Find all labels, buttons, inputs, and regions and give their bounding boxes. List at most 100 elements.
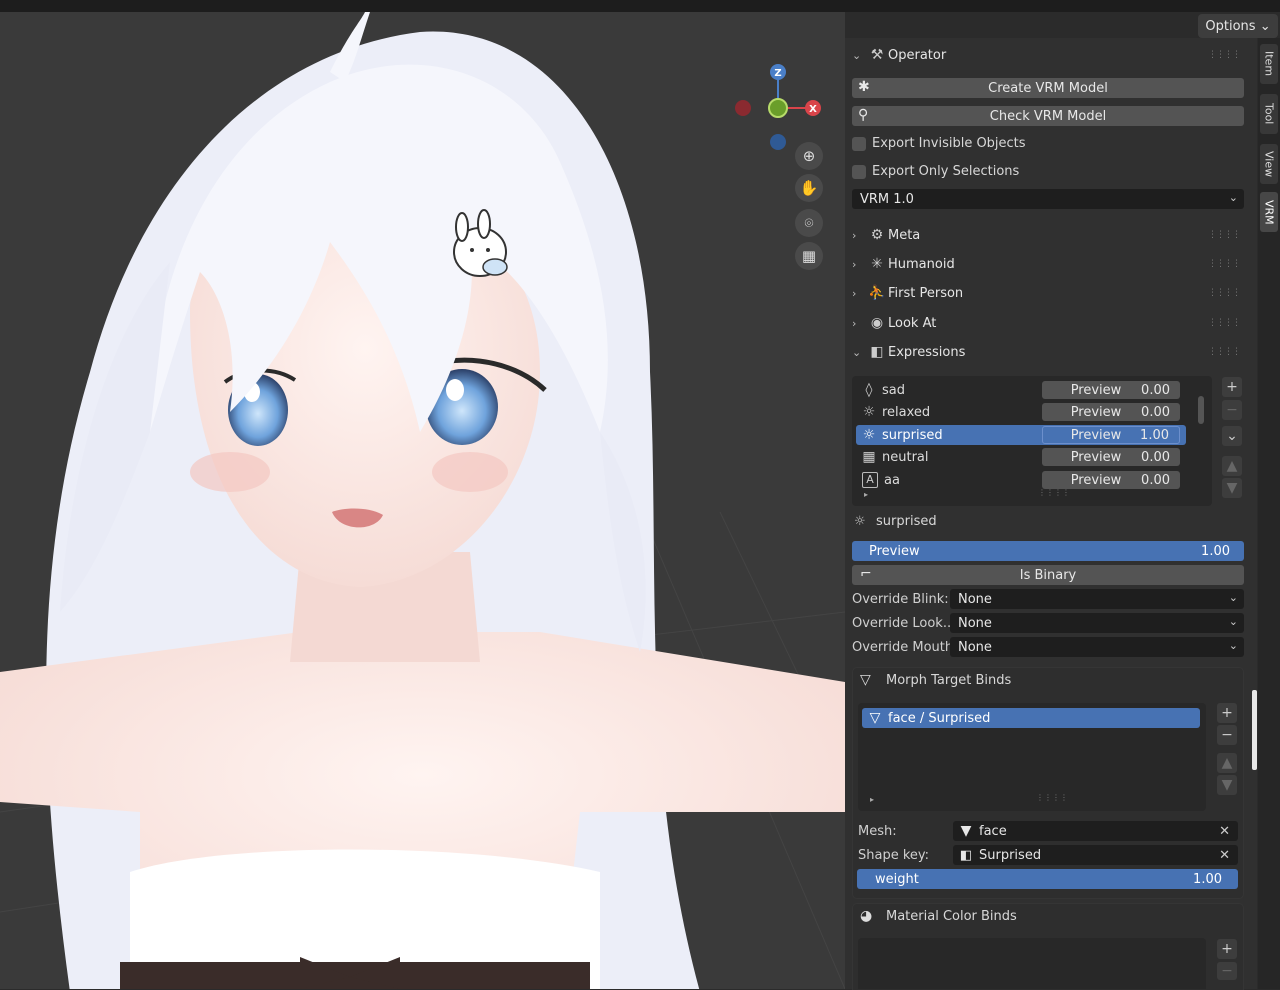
mesh-field[interactable]: ▼ face ✕ (953, 821, 1238, 841)
morph-target-binds-header[interactable]: ▽ Morph Target Binds (860, 672, 1011, 688)
remove-material-bind-button[interactable]: − (1217, 962, 1237, 980)
panel-scrollbar[interactable] (1252, 690, 1257, 770)
resize-grip-icon[interactable]: ⋮⋮⋮⋮ (1038, 488, 1070, 497)
sidebar-tabs: Item Tool View VRM (1258, 38, 1280, 989)
is-binary-toggle[interactable]: ⌐ Is Binary (852, 565, 1244, 585)
letter-a-icon: A (862, 472, 878, 488)
drag-grip-icon[interactable]: ⋮⋮⋮⋮ (1208, 50, 1241, 60)
figure-icon: ✱ (858, 79, 870, 95)
expressions-list[interactable]: ◊ sad Preview 0.00 ☼ relaxed Preview 0.00 … (852, 376, 1212, 506)
check-vrm-model-button[interactable]: ⚲ Check VRM Model (852, 106, 1244, 126)
expressions-icon: ◧ (870, 344, 884, 360)
shape-key-icon: ◧ (959, 847, 973, 863)
shape-key-field[interactable]: ◧ Surprised ✕ (953, 845, 1238, 865)
section-first-person[interactable]: › ⛹ First Person ⋮⋮⋮⋮ (852, 282, 1248, 304)
chevron-down-icon: ⌄ (1228, 591, 1238, 604)
search-icon: ⚲ (858, 107, 869, 123)
list-item[interactable]: ◊ sad Preview 0.00 (856, 380, 1208, 400)
camera-icon[interactable]: ⌾ (795, 209, 823, 237)
section-operator-label: Operator (888, 47, 947, 63)
shape-key-label: Shape key: (858, 848, 930, 863)
section-look-at[interactable]: › ◉ Look At ⋮⋮⋮⋮ (852, 312, 1248, 334)
checkbox[interactable] (852, 136, 866, 151)
preview-slider[interactable]: Preview 0.00 (1042, 448, 1180, 466)
tab-vrm[interactable]: VRM (1260, 192, 1278, 232)
grid-icon[interactable]: ▦ (795, 242, 823, 270)
material-color-binds-header[interactable]: ◕ Material Color Binds (860, 908, 1017, 924)
character-render (0, 12, 845, 989)
list-scrollbar[interactable] (1198, 396, 1204, 424)
remove-bind-button[interactable]: − (1217, 725, 1237, 745)
resize-grip-icon[interactable]: ⋮⋮⋮⋮ (1036, 793, 1068, 802)
move-up-button[interactable]: ▲ (1222, 456, 1242, 476)
section-meta[interactable]: › ⚙ Meta ⋮⋮⋮⋮ (852, 224, 1248, 246)
chevron-down-icon: ⌄ (852, 345, 862, 359)
drag-grip-icon: ⋮⋮⋮⋮ (1208, 259, 1241, 269)
close-icon[interactable]: ✕ (1219, 848, 1230, 863)
move-down-button[interactable]: ▼ (1222, 478, 1242, 498)
vrm-version-select[interactable]: VRM 1.0 ⌄ (852, 189, 1244, 209)
chevron-down-icon: ⌄ (1228, 615, 1238, 628)
preview-slider[interactable]: Preview 0.00 (1042, 403, 1180, 421)
create-vrm-model-button[interactable]: ✱ Create VRM Model (852, 78, 1244, 98)
tab-tool[interactable]: Tool (1260, 94, 1278, 134)
drag-grip-icon: ⋮⋮⋮⋮ (1208, 347, 1241, 357)
material-binds-list[interactable] (858, 938, 1206, 989)
section-humanoid[interactable]: › ✳ Humanoid ⋮⋮⋮⋮ (852, 253, 1248, 275)
preview-value-slider[interactable]: Preview 1.00 (852, 541, 1244, 561)
list-item[interactable]: ▦ neutral Preview 0.00 (856, 447, 1208, 467)
expand-icon[interactable]: ▸ (864, 490, 868, 499)
expression-specials-button[interactable]: ⌄ (1222, 426, 1242, 446)
section-expressions[interactable]: ⌄ ◧ Expressions ⋮⋮⋮⋮ (852, 341, 1248, 363)
mesh-triangle-icon: ▽ (869, 710, 881, 726)
chevron-down-icon: ⌄ (852, 48, 862, 62)
humanoid-icon: ✳ (871, 256, 883, 272)
gizmo-x-label: X (809, 104, 817, 115)
chevron-right-icon: › (852, 316, 857, 330)
list-item-selected[interactable]: ☼ surprised Preview 1.00 (856, 425, 1186, 445)
export-selections-checkbox[interactable]: Export Only Selections (852, 164, 1019, 179)
expand-icon[interactable]: ▸ (870, 795, 874, 804)
mesh-triangle-icon: ▽ (860, 672, 871, 688)
checkbox[interactable] (852, 164, 866, 179)
override-look-select[interactable]: None ⌄ (950, 613, 1244, 633)
override-blink-label: Override Blink: (852, 592, 949, 607)
preview-slider[interactable]: Preview 0.00 (1042, 381, 1180, 399)
chevron-down-icon: ⌄ (1228, 191, 1238, 204)
options-dropdown[interactable]: Options ⌄ (1198, 14, 1278, 38)
chevron-right-icon: › (852, 286, 857, 300)
chevron-right-icon: › (852, 228, 857, 242)
add-bind-button[interactable]: + (1217, 703, 1237, 723)
hand-icon[interactable]: ✋ (795, 174, 823, 202)
drag-grip-icon: ⋮⋮⋮⋮ (1208, 288, 1241, 298)
move-down-button[interactable]: ▼ (1217, 775, 1237, 795)
list-item[interactable]: A aa Preview 0.00 (856, 470, 1208, 490)
list-item-selected[interactable]: ▽ face / Surprised (862, 708, 1200, 728)
weight-slider[interactable]: weight 1.00 (857, 869, 1238, 889)
tab-item[interactable]: Item (1260, 44, 1278, 84)
export-invisible-checkbox[interactable]: Export Invisible Objects (852, 136, 1026, 151)
drop-icon: ◊ (865, 382, 873, 398)
close-icon[interactable]: ✕ (1219, 824, 1230, 839)
preview-slider[interactable]: Preview 1.00 (1042, 426, 1180, 444)
override-blink-select[interactable]: None ⌄ (950, 589, 1244, 609)
preview-slider[interactable]: Preview 0.00 (1042, 471, 1180, 489)
drag-grip-icon: ⋮⋮⋮⋮ (1208, 230, 1241, 240)
selected-expression-label: ☼ surprised (854, 514, 937, 529)
add-material-bind-button[interactable]: + (1217, 939, 1237, 959)
move-up-button[interactable]: ▲ (1217, 753, 1237, 773)
meta-icon: ⚙ (870, 227, 884, 243)
step-icon: ⌐ (860, 566, 872, 582)
override-mouth-label: Override Mouth: (852, 640, 958, 655)
section-operator[interactable]: ⌄ ⚒ Operator ⋮⋮⋮⋮ (852, 44, 1248, 66)
material-icon: ◕ (860, 908, 873, 924)
morph-binds-list[interactable]: ▽ face / Surprised ▸ ⋮⋮⋮⋮ (858, 703, 1206, 811)
override-mouth-select[interactable]: None ⌄ (950, 637, 1244, 657)
add-expression-button[interactable]: + (1222, 377, 1242, 397)
sun-icon: ☼ (862, 427, 876, 443)
zoom-icon[interactable]: ⊕ (795, 142, 823, 170)
remove-expression-button[interactable]: − (1222, 400, 1242, 420)
3d-viewport[interactable]: Z X ⊕ ✋ ⌾ ▦ (0, 12, 845, 989)
tab-view[interactable]: View (1260, 144, 1278, 184)
list-item[interactable]: ☼ relaxed Preview 0.00 (856, 402, 1208, 422)
